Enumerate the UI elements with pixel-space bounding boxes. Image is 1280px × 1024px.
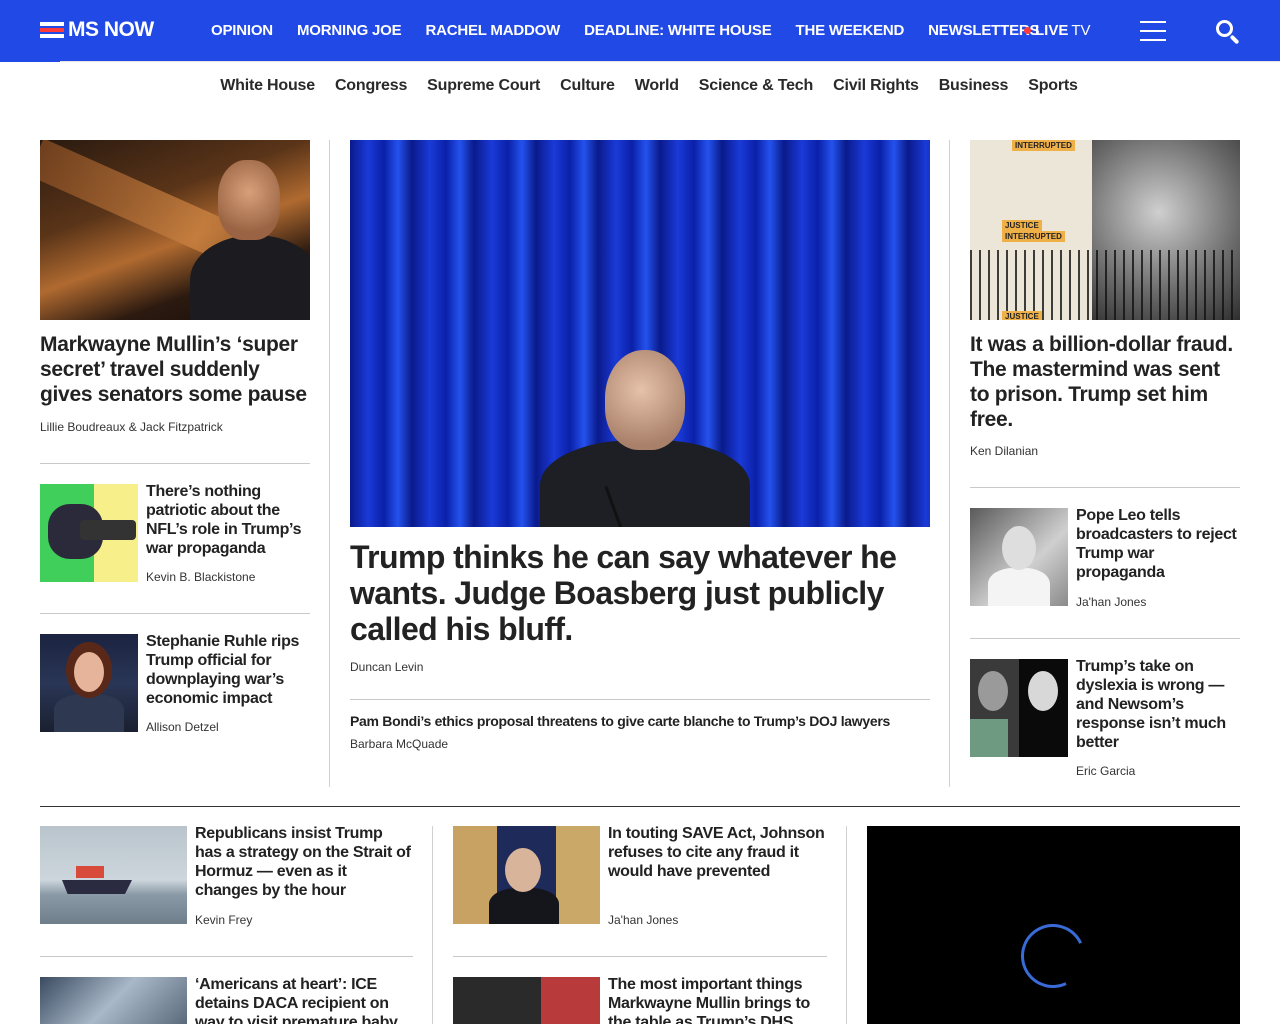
- story-headline-dhs[interactable]: The most important things Markwayne Mull…: [608, 975, 828, 1024]
- story-headline-nfl[interactable]: There’s nothing patriotic about the NFL’…: [146, 482, 310, 558]
- live-label: LIVE: [1035, 22, 1069, 39]
- section-white-house[interactable]: White House: [220, 77, 315, 101]
- column-divider: [846, 826, 847, 1024]
- story-image-dyslexia[interactable]: [970, 659, 1068, 757]
- section-science-tech[interactable]: Science & Tech: [699, 77, 813, 101]
- image-stamp-text: INTERRUPTED: [1012, 140, 1075, 151]
- site-header: MS NOW OPINION MORNING JOE RACHEL MADDOW…: [0, 0, 1280, 61]
- story-byline[interactable]: Ja'han Jones: [1076, 595, 1240, 609]
- search-icon[interactable]: [1214, 18, 1242, 46]
- section-world[interactable]: World: [635, 77, 679, 101]
- hero-byline[interactable]: Duncan Levin: [350, 660, 650, 674]
- story-byline[interactable]: Kevin B. Blackistone: [146, 570, 310, 584]
- story-byline[interactable]: Kevin Frey: [195, 913, 413, 927]
- logo-text: MS NOW: [68, 18, 154, 41]
- story-byline[interactable]: Allison Detzel: [146, 720, 310, 734]
- story-image-ice[interactable]: [40, 977, 187, 1024]
- nav-rachel-maddow[interactable]: RACHEL MADDOW: [425, 22, 560, 39]
- story-byline[interactable]: Barbara McQuade: [350, 737, 650, 751]
- story-divider: [40, 613, 310, 614]
- section-congress[interactable]: Congress: [335, 77, 407, 101]
- header-divider: [0, 61, 1280, 62]
- story-image-pope[interactable]: [970, 508, 1068, 606]
- image-stamp-text: JUSTICE: [1002, 220, 1042, 231]
- story-headline-pope[interactable]: Pope Leo tells broadcasters to reject Tr…: [1076, 506, 1240, 582]
- logo-flag-icon: [40, 20, 66, 40]
- story-divider: [970, 638, 1240, 639]
- story-image-nfl[interactable]: [40, 484, 138, 582]
- story-headline-fraud[interactable]: It was a billion-dollar fraud. The maste…: [970, 332, 1242, 432]
- section-sports[interactable]: Sports: [1028, 77, 1078, 101]
- story-headline-mullin[interactable]: Markwayne Mullin’s ‘super secret’ travel…: [40, 332, 312, 407]
- story-image-hormuz[interactable]: [40, 826, 187, 924]
- story-divider: [970, 487, 1240, 488]
- column-divider-left: [329, 140, 330, 787]
- hero-headline[interactable]: Trump thinks he can say whatever he want…: [350, 539, 930, 647]
- site-logo[interactable]: MS NOW: [40, 18, 154, 42]
- header-accent: [0, 61, 60, 62]
- nav-the-weekend[interactable]: THE WEEKEND: [796, 22, 905, 39]
- story-image-fraud[interactable]: INTERRUPTED JUSTICE INTERRUPTED JUSTICE: [970, 140, 1240, 320]
- story-divider: [40, 463, 310, 464]
- column-divider-right: [949, 140, 950, 787]
- nav-opinion[interactable]: OPINION: [211, 22, 273, 39]
- story-byline[interactable]: Eric Garcia: [1076, 764, 1240, 778]
- column-divider: [432, 826, 433, 1024]
- nav-newsletters[interactable]: NEWSLETTERS: [928, 22, 1039, 39]
- story-byline[interactable]: Ja'han Jones: [608, 913, 826, 927]
- section-civil-rights[interactable]: Civil Rights: [833, 77, 919, 101]
- story-headline-ruhle[interactable]: Stephanie Ruhle rips Trump official for …: [146, 632, 310, 708]
- story-divider: [453, 956, 827, 957]
- story-byline[interactable]: Lillie Boudreaux & Jack Fitzpatrick: [40, 420, 310, 434]
- live-tv-label: TV: [1071, 22, 1091, 39]
- story-image-mullin[interactable]: [40, 140, 310, 320]
- primary-nav: OPINION MORNING JOE RACHEL MADDOW DEADLI…: [211, 0, 1063, 61]
- story-image-ruhle[interactable]: [40, 634, 138, 732]
- story-byline[interactable]: Ken Dilanian: [970, 444, 1240, 458]
- story-divider: [350, 699, 930, 700]
- image-stamp-text: INTERRUPTED: [1002, 231, 1065, 242]
- hero-image-boasberg[interactable]: [350, 140, 930, 527]
- section-culture[interactable]: Culture: [560, 77, 615, 101]
- section-divider: [40, 806, 1240, 807]
- image-stamp-text: JUSTICE: [1002, 311, 1042, 320]
- section-nav: White House Congress Supreme Court Cultu…: [0, 77, 1280, 101]
- story-headline-ice[interactable]: ‘Americans at heart’: ICE detains DACA r…: [195, 975, 413, 1024]
- story-image-save-act[interactable]: [453, 826, 600, 924]
- story-headline-dyslexia[interactable]: Trump’s take on dyslexia is wrong — and …: [1076, 657, 1240, 752]
- story-headline-bondi[interactable]: Pam Bondi’s ethics proposal threatens to…: [350, 712, 930, 731]
- nav-morning-joe[interactable]: MORNING JOE: [297, 22, 402, 39]
- video-player[interactable]: [867, 826, 1240, 1024]
- menu-icon[interactable]: [1140, 20, 1166, 42]
- story-divider: [40, 956, 413, 957]
- story-headline-hormuz[interactable]: Republicans insist Trump has a strategy …: [195, 824, 413, 900]
- loading-spinner-icon: [1011, 914, 1095, 998]
- section-business[interactable]: Business: [939, 77, 1009, 101]
- live-tv-link[interactable]: LIVE TV: [1024, 22, 1091, 39]
- story-headline-save-act[interactable]: In touting SAVE Act, Johnson refuses to …: [608, 824, 828, 881]
- nav-deadline-white-house[interactable]: DEADLINE: WHITE HOUSE: [584, 22, 772, 39]
- story-image-dhs[interactable]: [453, 977, 600, 1024]
- section-supreme-court[interactable]: Supreme Court: [427, 77, 540, 101]
- live-dot-icon: [1024, 27, 1031, 34]
